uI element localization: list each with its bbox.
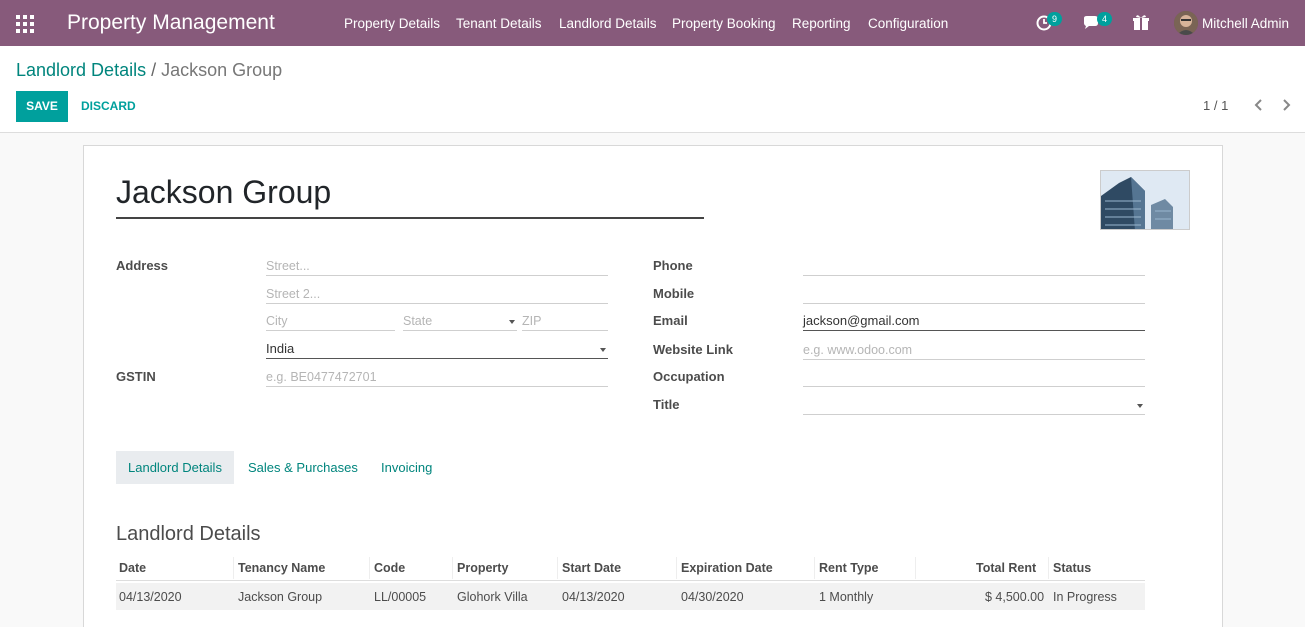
user-avatar[interactable] bbox=[1174, 11, 1198, 35]
gstin-placeholder: e.g. BE0477472701 bbox=[266, 370, 377, 384]
chevron-left-icon[interactable] bbox=[1252, 97, 1266, 113]
cell-code: LL/00005 bbox=[374, 590, 427, 604]
cell-total-rent: $ 4,500.00 bbox=[985, 590, 1045, 604]
state-placeholder: State bbox=[403, 314, 433, 328]
control-panel: Landlord Details / Jackson Group SAVE DISC… bbox=[0, 46, 1305, 133]
cell-tenancy-name: Jackson Group bbox=[238, 590, 323, 604]
col-start-date[interactable]: Start Date bbox=[562, 561, 621, 575]
cell-property: Glohork Villa bbox=[457, 590, 528, 604]
website-label: Website Link bbox=[653, 342, 733, 357]
gift-icon[interactable] bbox=[1131, 13, 1151, 33]
col-date[interactable]: Date bbox=[119, 561, 146, 575]
title-label: Title bbox=[653, 397, 680, 412]
col-tenancy-name[interactable]: Tenancy Name bbox=[238, 561, 325, 575]
chevron-right-icon[interactable] bbox=[1279, 97, 1293, 113]
chevron-down-icon bbox=[600, 348, 606, 352]
street-placeholder: Street... bbox=[266, 259, 310, 273]
column-divider bbox=[915, 557, 916, 579]
cell-date: 04/13/2020 bbox=[119, 590, 182, 604]
gstin-input[interactable]: e.g. BE0477472701 bbox=[266, 367, 608, 387]
email-input[interactable]: jackson@gmail.com bbox=[803, 311, 1145, 331]
state-select[interactable]: State bbox=[403, 311, 517, 331]
cell-start-date: 04/13/2020 bbox=[562, 590, 625, 604]
menu-reporting[interactable]: Reporting bbox=[792, 16, 851, 31]
country-value: India bbox=[266, 341, 295, 356]
col-status[interactable]: Status bbox=[1053, 561, 1091, 575]
chevron-down-icon bbox=[1137, 404, 1143, 408]
address-label: Address bbox=[116, 258, 169, 273]
landlord-photo[interactable] bbox=[1100, 170, 1190, 230]
activity-badge: 9 bbox=[1047, 12, 1063, 26]
save-button[interactable]: SAVE bbox=[16, 91, 68, 122]
tab-invoicing[interactable]: Invoicing bbox=[369, 451, 444, 484]
column-divider bbox=[233, 557, 234, 579]
street2-placeholder: Street 2... bbox=[266, 287, 321, 301]
occupation-input[interactable] bbox=[803, 367, 1145, 387]
menu-configuration[interactable]: Configuration bbox=[868, 16, 948, 31]
website-placeholder: e.g. www.odoo.com bbox=[803, 343, 913, 357]
breadcrumb: Landlord Details / Jackson Group bbox=[16, 60, 282, 81]
col-code[interactable]: Code bbox=[374, 561, 405, 575]
column-divider bbox=[557, 557, 558, 579]
col-rent-type[interactable]: Rent Type bbox=[819, 561, 879, 575]
top-navbar: Property Management Property Details Ten… bbox=[0, 0, 1305, 46]
discard-button[interactable]: DISCARD bbox=[81, 91, 136, 122]
breadcrumb-parent[interactable]: Landlord Details bbox=[16, 60, 146, 80]
messages-badge: 4 bbox=[1097, 12, 1113, 26]
apps-grid-icon[interactable] bbox=[16, 15, 34, 33]
column-divider bbox=[676, 557, 677, 579]
user-name[interactable]: Mitchell Admin bbox=[1202, 16, 1289, 31]
pager-value[interactable]: 1 / 1 bbox=[1203, 98, 1228, 113]
city-placeholder: City bbox=[266, 314, 288, 328]
phone-input[interactable] bbox=[803, 256, 1145, 276]
street2-input[interactable]: Street 2... bbox=[266, 284, 608, 304]
zip-placeholder: ZIP bbox=[522, 314, 542, 328]
title-select[interactable] bbox=[803, 395, 1145, 415]
country-select[interactable]: India bbox=[266, 339, 608, 359]
section-title: Landlord Details bbox=[116, 523, 261, 545]
tab-landlord-details[interactable]: Landlord Details bbox=[116, 451, 234, 484]
menu-property-details[interactable]: Property Details bbox=[344, 16, 440, 31]
city-input[interactable]: City bbox=[266, 311, 395, 331]
column-divider bbox=[369, 557, 370, 579]
tab-sales-purchases[interactable]: Sales & Purchases bbox=[236, 451, 370, 484]
menu-landlord-details[interactable]: Landlord Details bbox=[559, 16, 657, 31]
column-divider bbox=[1048, 557, 1049, 579]
col-expiration-date[interactable]: Expiration Date bbox=[681, 561, 773, 575]
zip-input[interactable]: ZIP bbox=[522, 311, 608, 331]
name-underline bbox=[116, 217, 704, 219]
cell-status: In Progress bbox=[1053, 590, 1117, 604]
app-brand[interactable]: Property Management bbox=[67, 11, 275, 35]
col-total-rent[interactable]: Total Rent bbox=[976, 561, 1036, 575]
column-divider bbox=[452, 557, 453, 579]
menu-tenant-details[interactable]: Tenant Details bbox=[456, 16, 542, 31]
column-divider bbox=[814, 557, 815, 579]
breadcrumb-separator: / bbox=[151, 60, 157, 80]
email-label: Email bbox=[653, 313, 688, 328]
website-input[interactable]: e.g. www.odoo.com bbox=[803, 340, 1145, 360]
chevron-down-icon bbox=[509, 320, 515, 324]
breadcrumb-current: Jackson Group bbox=[161, 60, 283, 80]
cell-expiration-date: 04/30/2020 bbox=[681, 590, 744, 604]
phone-label: Phone bbox=[653, 258, 693, 273]
gstin-label: GSTIN bbox=[116, 369, 156, 384]
mobile-label: Mobile bbox=[653, 286, 695, 301]
col-property[interactable]: Property bbox=[457, 561, 508, 575]
mobile-input[interactable] bbox=[803, 284, 1145, 304]
landlord-name[interactable]: Jackson Group bbox=[116, 174, 331, 211]
occupation-label: Occupation bbox=[653, 369, 725, 384]
street-input[interactable]: Street... bbox=[266, 256, 608, 276]
menu-property-booking[interactable]: Property Booking bbox=[672, 16, 776, 31]
cell-rent-type: 1 Monthly bbox=[819, 590, 874, 604]
